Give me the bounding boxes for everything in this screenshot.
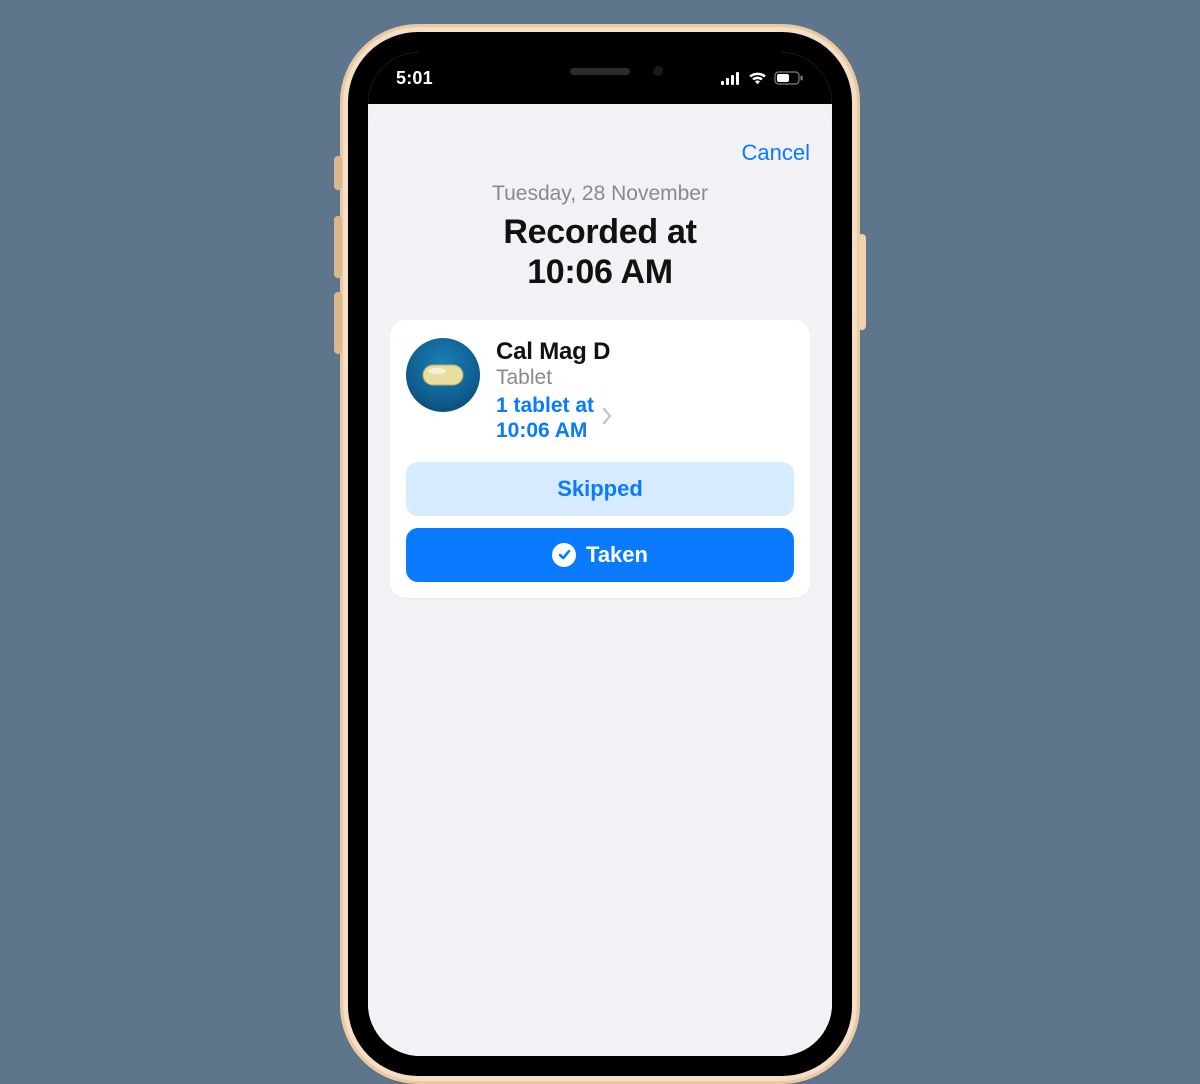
chevron-right-icon <box>602 407 612 430</box>
front-camera <box>653 66 663 76</box>
taken-label: Taken <box>586 542 648 568</box>
battery-icon <box>774 71 804 85</box>
cancel-button[interactable]: Cancel <box>742 140 810 166</box>
wifi-icon <box>748 71 767 85</box>
medication-row: Cal Mag D Tablet 1 tablet at 10:06 AM <box>406 338 794 444</box>
skipped-label: Skipped <box>557 476 643 502</box>
sheet-header: Cancel <box>390 136 810 176</box>
dose-detail-button[interactable]: 1 tablet at 10:06 AM <box>496 394 794 444</box>
status-time: 5:01 <box>396 68 433 89</box>
medication-card: Cal Mag D Tablet 1 tablet at 10:06 AM <box>390 320 810 598</box>
speaker-grille <box>570 68 630 75</box>
status-icons-group <box>721 71 804 85</box>
record-title: Recorded at 10:06 AM <box>390 212 810 292</box>
cellular-signal-icon <box>721 72 741 85</box>
medication-pill-icon <box>406 338 480 412</box>
phone-device-frame: 5:01 <box>340 24 860 1084</box>
record-title-line2: 10:06 AM <box>527 253 673 291</box>
side-button-silence <box>334 156 342 190</box>
checkmark-badge-icon <box>552 543 576 567</box>
medication-info: Cal Mag D Tablet 1 tablet at 10:06 AM <box>496 338 794 444</box>
record-title-line1: Recorded at <box>503 213 696 251</box>
side-button-power <box>858 234 866 330</box>
phone-screen: 5:01 <box>368 52 832 1056</box>
medication-name: Cal Mag D <box>496 338 794 366</box>
phone-bezel: 5:01 <box>348 32 852 1076</box>
dose-line2: 10:06 AM <box>496 419 587 442</box>
dose-line1: 1 tablet at <box>496 394 594 417</box>
side-button-volume-down <box>334 292 342 354</box>
skipped-button[interactable]: Skipped <box>406 462 794 516</box>
record-date: Tuesday, 28 November <box>390 182 810 206</box>
taken-button[interactable]: Taken <box>406 528 794 582</box>
dose-text: 1 tablet at 10:06 AM <box>496 394 594 444</box>
side-button-volume-up <box>334 216 342 278</box>
log-medication-sheet: Cancel Tuesday, 28 November Recorded at … <box>368 118 832 1056</box>
phone-notch <box>481 52 719 90</box>
medication-form: Tablet <box>496 366 794 390</box>
